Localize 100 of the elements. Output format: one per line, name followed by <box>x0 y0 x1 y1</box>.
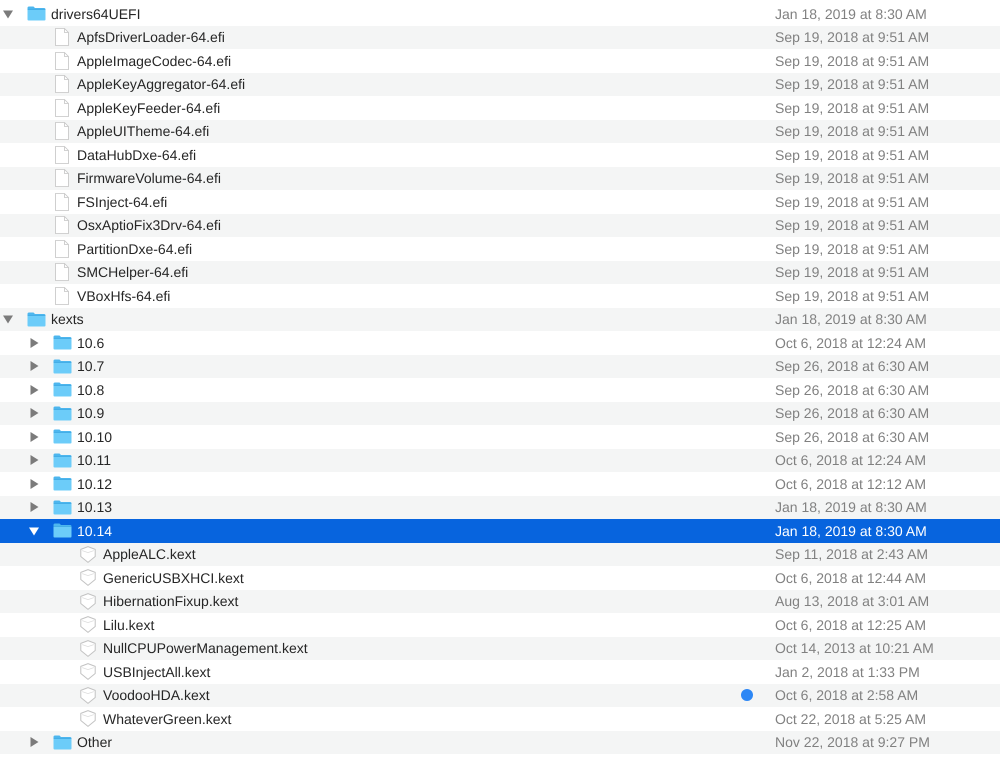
item-name: AppleALC.kext <box>103 546 196 562</box>
document-icon <box>55 146 69 164</box>
disclosure-icon[interactable] <box>3 8 13 19</box>
date-modified: Oct 6, 2018 at 12:24 AM <box>775 452 926 468</box>
item-name: VoodooHDA.kext <box>103 687 210 704</box>
disclosure-icon[interactable] <box>29 502 39 512</box>
item-name: VBoxHfs-64.efi <box>77 288 170 304</box>
date-modified: Sep 26, 2018 at 6:30 AM <box>775 405 930 422</box>
disclosure-icon[interactable] <box>29 361 39 372</box>
date-modified: Nov 22, 2018 at 9:27 PM <box>775 734 930 750</box>
disclosure-icon[interactable] <box>3 314 13 324</box>
date-modified: Oct 6, 2018 at 12:44 AM <box>775 570 926 586</box>
item-name: 10.9 <box>77 405 104 422</box>
item-name: kexts <box>51 311 84 328</box>
folder-icon <box>26 312 46 327</box>
date-modified: Oct 14, 2013 at 10:21 AM <box>775 640 934 656</box>
document-icon <box>55 286 69 305</box>
disclosure-icon[interactable] <box>29 408 39 418</box>
date-modified: Sep 11, 2018 at 2:43 AM <box>775 546 928 562</box>
cube-icon <box>80 546 96 563</box>
date-modified: Jan 18, 2019 at 8:30 AM <box>775 311 927 328</box>
item-name: 10.14 <box>77 522 112 539</box>
item-name: 10.12 <box>77 476 112 492</box>
file-row[interactable]: HibernationFixup.kext Aug 13, 2018 at 3:01 AM <box>0 590 1000 613</box>
disclosure-icon[interactable] <box>29 737 39 748</box>
date-modified: Sep 19, 2018 at 9:51 AM <box>775 100 930 116</box>
disclosure-icon[interactable] <box>29 432 39 442</box>
item-name: Other <box>77 734 112 750</box>
date-modified: Sep 19, 2018 at 9:51 AM <box>775 194 930 210</box>
cube-icon <box>80 710 96 728</box>
file-row[interactable]: OsxAptioFix3Drv-64.efi Sep 19, 2018 at 9:51 AM <box>0 214 1000 237</box>
folder-icon <box>52 734 72 750</box>
file-row[interactable]: NullCPUPowerManagement.kext Oct 14, 2013 at 10:21 AM <box>0 636 1000 660</box>
cube-icon <box>80 592 96 610</box>
item-name: 10.6 <box>77 334 104 351</box>
date-modified: Oct 22, 2018 at 5:25 AM <box>775 710 926 727</box>
file-row[interactable]: 10.9 Sep 26, 2018 at 6:30 AM <box>0 402 1000 425</box>
document-icon <box>55 216 69 234</box>
folder-icon <box>52 452 72 468</box>
document-icon <box>55 169 69 188</box>
file-row[interactable]: AppleKeyAggregator-64.efi Sep 19, 2018 at 9:51 AM <box>0 72 1000 96</box>
document-icon <box>55 28 69 46</box>
item-name: ApfsDriverLoader-64.efi <box>77 29 225 46</box>
folder-icon <box>52 406 72 421</box>
disclosure-icon[interactable] <box>29 384 39 395</box>
date-modified: Jan 18, 2019 at 8:30 AM <box>775 6 927 22</box>
date-modified: Sep 19, 2018 at 9:51 AM <box>775 240 930 257</box>
item-name: FirmwareVolume-64.efi <box>77 170 221 186</box>
item-name: AppleImageCodec-64.efi <box>77 52 232 69</box>
date-modified: Sep 19, 2018 at 9:51 AM <box>775 170 930 186</box>
item-name: AppleUITheme-64.efi <box>77 123 210 140</box>
date-modified: Oct 6, 2018 at 12:25 AM <box>775 616 926 633</box>
file-row[interactable]: AppleALC.kext Sep 11, 2018 at 2:43 AM <box>0 542 1000 566</box>
cube-icon <box>80 569 96 586</box>
file-row[interactable]: VoodooHDA.kext Oct 6, 2018 at 2:58 AM <box>0 684 1000 707</box>
item-name: 10.10 <box>77 428 112 445</box>
date-modified: Oct 6, 2018 at 12:24 AM <box>775 334 926 351</box>
item-name: WhateverGreen.kext <box>103 710 232 727</box>
disclosure-icon[interactable] <box>29 455 39 466</box>
file-row[interactable]: 10.13 Jan 18, 2019 at 8:30 AM <box>0 496 1000 519</box>
date-modified: Oct 6, 2018 at 2:58 AM <box>775 687 918 704</box>
date-modified: Sep 19, 2018 at 9:51 AM <box>775 146 930 163</box>
date-modified: Sep 19, 2018 at 9:51 AM <box>775 217 930 234</box>
disclosure-icon[interactable] <box>29 338 39 348</box>
document-icon <box>55 75 69 94</box>
folder-icon <box>52 358 72 374</box>
document-icon <box>55 52 69 70</box>
item-name: GenericUSBXHCI.kext <box>103 570 244 586</box>
item-name: 10.13 <box>77 499 112 516</box>
date-modified: Jan 18, 2019 at 8:30 AM <box>775 522 927 539</box>
item-name: 10.7 <box>77 358 104 374</box>
file-row[interactable]: FirmwareVolume-64.efi Sep 19, 2018 at 9:51 AM <box>0 166 1000 190</box>
item-name: DataHubDxe-64.efi <box>77 146 196 163</box>
date-modified: Sep 26, 2018 at 6:30 AM <box>775 428 930 445</box>
folder-icon <box>52 523 72 538</box>
item-name: 10.8 <box>77 382 104 398</box>
file-row[interactable]: Other Nov 22, 2018 at 9:27 PM <box>0 730 1000 754</box>
disclosure-icon[interactable] <box>29 526 39 536</box>
cube-icon <box>80 616 96 634</box>
item-name: USBInjectAll.kext <box>103 664 210 680</box>
date-modified: Sep 19, 2018 at 9:51 AM <box>775 123 930 140</box>
item-name: AppleKeyFeeder-64.efi <box>77 100 220 116</box>
file-row[interactable]: 10.7 Sep 26, 2018 at 6:30 AM <box>0 354 1000 378</box>
file-row[interactable]: 10.11 Oct 6, 2018 at 12:24 AM <box>0 448 1000 472</box>
document-icon <box>55 192 69 211</box>
date-modified: Sep 19, 2018 at 9:51 AM <box>775 29 930 46</box>
file-row[interactable]: kexts Jan 18, 2019 at 8:30 AM <box>0 308 1000 331</box>
date-modified: Jan 18, 2019 at 8:30 AM <box>775 499 927 516</box>
date-modified: Sep 26, 2018 at 6:30 AM <box>775 358 930 374</box>
file-row[interactable]: AppleUITheme-64.efi Sep 19, 2018 at 9:51 AM <box>0 120 1000 143</box>
disclosure-icon[interactable] <box>29 478 39 489</box>
item-name: Lilu.kext <box>103 616 154 633</box>
folder-icon <box>52 500 72 515</box>
item-name: OsxAptioFix3Drv-64.efi <box>77 217 221 234</box>
date-modified: Jan 2, 2018 at 1:33 PM <box>775 664 920 680</box>
file-row[interactable]: 10.14 Jan 18, 2019 at 8:30 AM <box>0 519 1000 542</box>
file-row[interactable]: SMCHelper-64.efi Sep 19, 2018 at 9:51 AM <box>0 260 1000 284</box>
date-modified: Sep 19, 2018 at 9:51 AM <box>775 288 930 304</box>
file-row[interactable]: ApfsDriverLoader-64.efi Sep 19, 2018 at 9:51 AM <box>0 26 1000 49</box>
cube-icon <box>80 686 96 704</box>
